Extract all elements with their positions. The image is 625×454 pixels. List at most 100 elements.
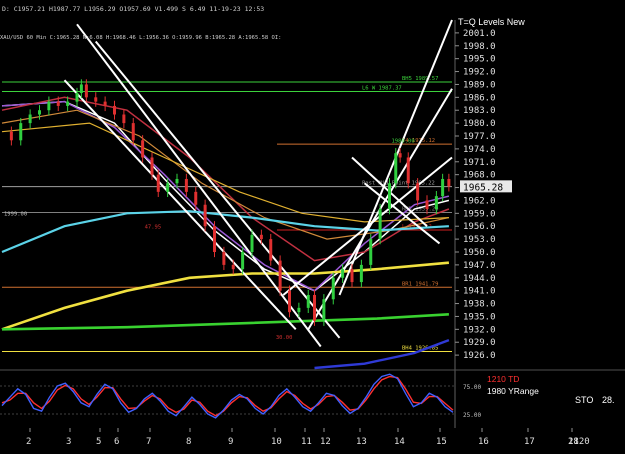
annotation-label: 1999.00 <box>4 211 27 217</box>
y-tick-label: 1962.0 <box>463 196 496 206</box>
price-bar-body <box>259 234 263 240</box>
x-tick-label: 17 <box>524 437 535 447</box>
stoch-k-line <box>1 373 454 419</box>
osc-name: STO <box>575 395 593 405</box>
price-bar-body <box>378 209 382 240</box>
price-bar-body <box>79 84 83 94</box>
price-bar-body <box>75 93 79 102</box>
y-tick-label: 1929.0 <box>463 338 496 348</box>
y-tick-label: 1941.0 <box>463 287 496 297</box>
price-bar-body <box>203 204 207 227</box>
y-tick-label: 1974.0 <box>463 145 496 155</box>
price-bar-body <box>141 140 145 158</box>
channel-line[interactable] <box>63 79 297 331</box>
y-tick-label: 1953.0 <box>463 235 496 245</box>
level-label: BH5 1989.57 <box>402 76 438 82</box>
chart-title: T=Q Levels New <box>458 17 525 27</box>
price-bar-body <box>222 252 226 265</box>
moving-average-line <box>1 313 449 331</box>
x-tick-label: 12 <box>320 437 331 447</box>
level-label: BR1 1941.79 <box>402 281 438 287</box>
price-bar-body <box>84 84 88 98</box>
channel-line[interactable] <box>94 40 341 339</box>
x-tick-label: 8 <box>186 437 191 447</box>
price-bar-body <box>322 299 326 321</box>
price-bar-body <box>9 131 13 141</box>
price-bar-body <box>47 101 51 111</box>
x-tick-label: 3 <box>66 437 71 447</box>
price-bar-body <box>441 178 445 197</box>
annotation-label: 1980.00 <box>392 138 415 144</box>
x-tick-label: 9 <box>228 437 233 447</box>
x-tick-label: 2 <box>26 437 31 447</box>
price-bar-body <box>398 153 402 158</box>
price-bar-body <box>213 226 216 252</box>
price-bar-body <box>434 196 438 210</box>
osc-legend-entry: 1210 TD <box>487 374 519 384</box>
price-bar-body <box>28 114 32 124</box>
y-tick-label: 1980.0 <box>463 119 496 129</box>
price-bar-body <box>297 307 301 313</box>
moving-averages <box>1 96 450 370</box>
price-bar-body <box>341 269 345 278</box>
price-bar-body <box>231 264 235 270</box>
y-tick-label: 1992.0 <box>463 68 496 78</box>
price-bar-body <box>131 123 135 141</box>
price-bar-body <box>269 239 273 261</box>
x-tick-label: 5 <box>96 437 101 447</box>
y-tick-label: 1947.0 <box>463 261 496 271</box>
price-bar-body <box>122 114 126 124</box>
y-tick-label: 1995.0 <box>463 55 496 65</box>
ohlc-readout: D: C1957.21 H1987.77 L1956.29 O1957.69 V… <box>2 5 264 13</box>
price-bar-body <box>66 101 70 106</box>
price-bar-body <box>250 234 254 252</box>
stoch-d-line <box>1 375 454 417</box>
x-tick-label: 14 <box>394 437 405 447</box>
y-tick-label: 1932.0 <box>463 325 496 335</box>
price-bar-body <box>425 200 429 210</box>
price-bar-body <box>184 178 188 192</box>
price-bar-body <box>406 157 410 184</box>
chart-canvas[interactable]: BH5 1989.57L6 W 1987.37Y4 1975.12Past Mi… <box>0 0 625 454</box>
x-tick-label: 21 <box>568 437 579 447</box>
y-tick-label: 1944.0 <box>463 274 496 284</box>
price-bar-body <box>38 110 41 115</box>
x-tick-label: 15 <box>436 437 447 447</box>
price-bar-body <box>166 183 170 192</box>
price-bar-body <box>113 105 116 115</box>
price-bar-body <box>175 178 179 184</box>
y-tick-label: 1926.0 <box>463 351 496 361</box>
y-tick-label: 1968.0 <box>463 171 496 181</box>
price-bar-body <box>94 97 98 102</box>
y-tick-label: 1971.0 <box>463 158 496 168</box>
osc-level-label: 75.00 <box>463 384 481 391</box>
chart-annotations: 47.95 30.00 1980.00 1999.00 <box>4 138 415 340</box>
annotation-label: 47.95 <box>145 224 162 230</box>
osc-level-label: 25.00 <box>463 412 481 419</box>
moving-average-line <box>314 338 450 370</box>
y-tick-label: 2001.0 <box>463 29 496 39</box>
x-tick-label: 7 <box>146 437 151 447</box>
annotation-label: 30.00 <box>276 335 293 341</box>
y-tick-label: 1959.0 <box>463 209 496 219</box>
price-bar-body <box>369 239 373 265</box>
osc-legend-entry: 1980 YRange <box>487 386 539 396</box>
price-bar-body <box>350 269 354 283</box>
price-bar-body <box>150 157 154 175</box>
price-bar-body <box>447 178 451 187</box>
y-tick-label: 1956.0 <box>463 222 496 232</box>
price-bar-body <box>288 290 291 313</box>
channel-line[interactable] <box>76 23 322 348</box>
y-tick-label: 1986.0 <box>463 93 496 103</box>
price-bar-body <box>306 294 310 308</box>
price-bar-body <box>103 101 107 106</box>
trading-chart-window: BH5 1989.57 L6 W 1987.37 Y4 1975.12 Past Mi… <box>0 0 625 454</box>
price-bar-body <box>416 183 420 201</box>
price-bar-body <box>313 294 316 321</box>
osc-value: 28. <box>602 395 615 405</box>
y-tick-label: 1935.0 <box>463 312 496 322</box>
price-bar-body <box>331 277 335 300</box>
price-bar-body <box>56 101 60 106</box>
y-tick-label: 1989.0 <box>463 80 496 90</box>
x-tick-label: 13 <box>356 437 367 447</box>
